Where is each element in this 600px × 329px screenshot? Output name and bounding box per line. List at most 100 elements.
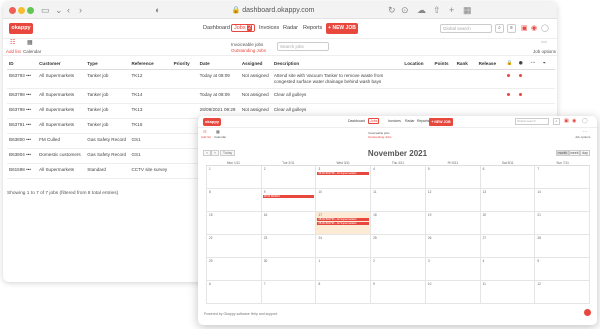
avatar-small[interactable]: ◯ [582,118,588,124]
calendar-day[interactable]: 3 09:00 B63798 - All Supermarkets [315,166,370,188]
nav-reports-small[interactable]: Reports [417,119,429,123]
view-month-button[interactable]: month [556,150,569,156]
calendar-day[interactable]: 4 [479,258,535,280]
col-release[interactable]: Release [476,58,505,70]
calendar-day[interactable]: 13 [479,189,535,211]
chat-bubble-icon[interactable] [584,309,591,316]
col-reference[interactable]: Reference [129,58,172,70]
cell-id[interactable]: B63804 ••• [7,148,38,164]
outstanding-jobs-link[interactable]: Outstanding Jobs [231,48,266,53]
cell-id[interactable]: B63800 ••• [7,133,38,149]
cell-id[interactable]: B63799 ••• [7,103,38,119]
search-button-small[interactable]: ⌕ [553,118,560,125]
back-icon[interactable]: ‹ [67,5,70,15]
row-actions-icon[interactable]: ••• [25,152,31,157]
calendar-day[interactable]: 11 [370,189,425,211]
extension-icon[interactable]: ⊙ [401,5,409,15]
cell-customer[interactable]: Domestic customers [37,148,86,164]
job-options-button[interactable]: Job options [533,49,556,54]
table-row[interactable]: B63793 ••• All Supermarkets Tanker job TK12… [7,69,555,89]
cell-customer[interactable]: All Supermarkets [37,103,86,119]
reload-icon[interactable]: ↻ [388,5,396,15]
view-week-button[interactable]: week [569,150,580,156]
calendar-day[interactable]: 14 [534,189,591,211]
search-jobs-input[interactable]: Search jobs [277,42,329,51]
view-day-button[interactable]: day [580,150,590,156]
col-rank[interactable]: Rank [454,58,477,70]
col-description[interactable]: Description [271,58,403,70]
calendar-day[interactable]: 18 [370,212,425,234]
col-points[interactable]: Points [432,58,455,70]
calendar-day[interactable]: 8 [315,281,370,303]
nav-reports[interactable]: Reports [303,25,322,31]
calendar-day[interactable]: 1 [206,166,261,188]
cloud-icon[interactable]: ☁ [417,5,426,15]
okappy-logo[interactable]: okappy [9,23,33,34]
nav-invoices[interactable]: Invoices [259,25,279,31]
calendar-day[interactable]: 20 [479,212,535,234]
calendar-day[interactable]: 17 08:00 B63793 - All Supermarkets 08:00 B… [315,212,371,234]
job-options-button-small[interactable]: Job options [575,135,590,139]
outstanding-jobs-link-small[interactable]: Outstanding Jobs [368,135,391,139]
nav-radar[interactable]: Radar [283,25,298,31]
calendar-icon-small[interactable]: ▦ [216,129,220,134]
calendar-day[interactable]: 27 [479,235,535,257]
avatar[interactable]: ◯ [541,24,549,32]
add-list-button-small[interactable]: Add list [201,135,211,139]
calendar-day[interactable]: 26 [424,235,480,257]
calendar-day[interactable]: 15 [206,212,261,234]
add-list-icon-small[interactable]: ☷ [203,129,207,134]
calendar-day[interactable]: 29 [206,258,261,280]
okappy-logo-small[interactable]: okappy [203,118,221,126]
menu-button[interactable]: ≡ [507,24,516,33]
calendar-day[interactable]: 7 [260,281,316,303]
col-flag-b[interactable]: ◉ [516,58,529,70]
calendar-day[interactable]: 5 [424,166,480,188]
cell-id[interactable]: B61598 ••• [7,163,38,179]
calendar-day[interactable]: 12 [534,281,591,303]
sidebar-icon[interactable]: ▭ [41,5,50,15]
col-customer[interactable]: Customer [37,58,86,70]
folder-icon-small[interactable]: ▣ [564,118,569,124]
calendar-day[interactable]: 11 [479,281,535,303]
nav-dashboard[interactable]: Dashboard [203,25,230,31]
col-flag-d[interactable]: ⌁ [540,58,555,70]
calendar-event[interactable]: 08:00 B63791 - All Supermarkets [317,222,370,225]
calendar-day[interactable]: 22 [206,235,261,257]
add-list-button[interactable]: Add list [6,49,21,54]
calendar-day[interactable]: 23 [260,235,316,257]
col-date[interactable]: Date [197,58,240,70]
new-job-button[interactable]: + NEW JOB [326,23,358,34]
col-flag-a[interactable]: 🔒 [504,58,517,70]
chat-icon[interactable]: ◉ [531,24,537,32]
col-id[interactable]: ID [7,58,38,70]
calendar-day[interactable]: 2 [260,166,316,188]
calendar-day[interactable]: 2 [370,258,425,280]
row-actions-icon[interactable]: ••• [25,92,31,97]
calendar-day[interactable]: 8 [206,189,261,211]
calendar-day[interactable]: 9 08:00 B63801 [260,189,316,211]
cell-customer[interactable]: All Supermarkets [37,69,86,89]
invoiceable-jobs-link[interactable]: Invoiceable jobs [231,42,263,47]
table-row[interactable]: B63798 ••• All Supermarkets Tanker job TK14… [7,88,555,104]
new-tab-icon[interactable]: + [449,5,454,15]
new-job-button-small[interactable]: + NEW JOB [429,118,453,126]
row-actions-icon[interactable]: ••• [25,137,31,142]
calendar-day[interactable]: 4 [370,166,425,188]
cell-customer[interactable]: All Supermarkets [37,118,86,134]
calendar-day[interactable]: 21 [534,212,591,234]
search-button[interactable]: ⌕ [495,24,504,33]
global-search-input[interactable]: Global search [440,24,492,33]
calendar-day[interactable]: 30 [260,258,316,280]
calendar-day[interactable]: 6 [479,166,535,188]
row-actions-icon[interactable]: ••• [25,122,31,127]
row-actions-icon[interactable]: ••• [25,73,31,78]
chat-icon-small[interactable]: ◉ [572,118,576,124]
col-flag-c[interactable]: ⋯ [528,58,541,70]
calendar-day[interactable]: 6 [206,281,261,303]
calendar-day[interactable]: 9 [370,281,425,303]
col-type[interactable]: Type [85,58,130,70]
calendar-day[interactable]: 25 [370,235,425,257]
col-location[interactable]: Location [402,58,433,70]
cell-customer[interactable]: FM Culled [37,133,86,149]
